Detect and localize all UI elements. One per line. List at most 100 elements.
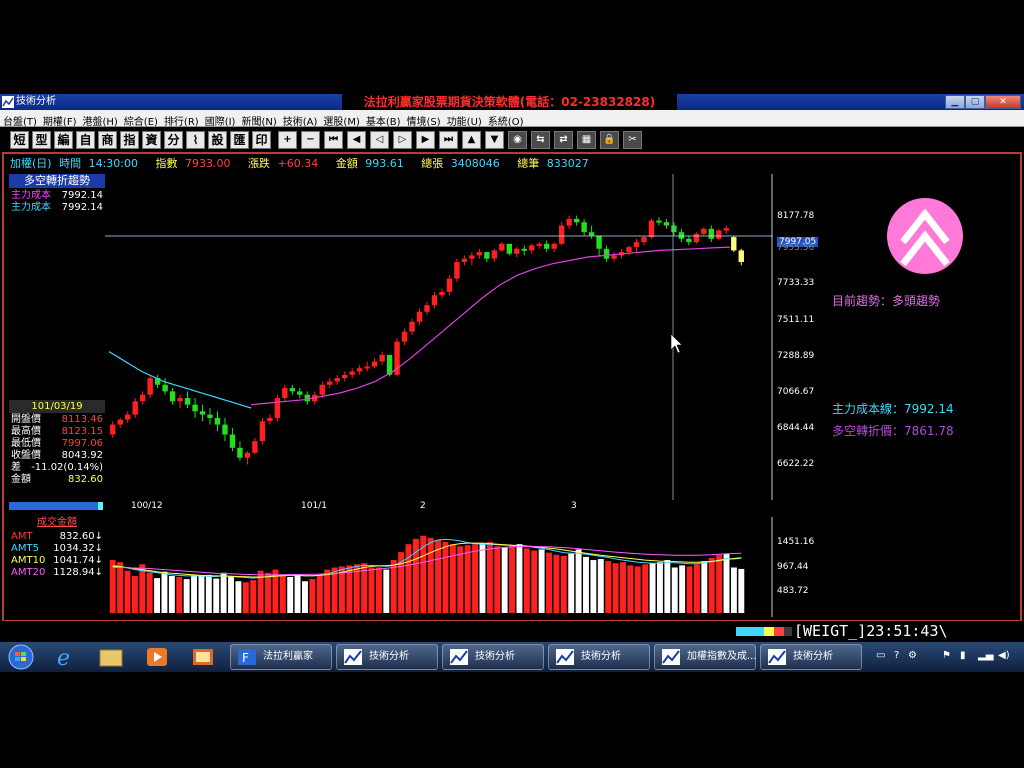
volume-bar[interactable] [124,570,131,613]
volume-bar[interactable] [716,554,723,613]
ie-icon[interactable]: e [48,644,82,670]
toolbar-button[interactable]: 指 [120,131,139,149]
volume-icon[interactable]: ◀) [998,650,1010,661]
taskbar-button[interactable]: 技術分析 [442,644,544,670]
candle[interactable] [641,237,647,243]
candle[interactable] [110,424,116,435]
volume-bar[interactable] [168,575,175,613]
volume-bar[interactable] [516,544,523,613]
candle[interactable] [177,398,183,402]
volume-bar[interactable] [191,574,198,613]
zoom-out-icon[interactable]: − [301,131,320,149]
candle[interactable] [289,388,296,392]
volume-bar[interactable] [479,543,486,613]
candle[interactable] [304,394,310,402]
candle[interactable] [379,354,385,362]
volume-bar[interactable] [449,544,456,613]
volume-bar[interactable] [679,565,686,613]
volume-bar[interactable] [294,574,301,613]
settings-icon[interactable]: ⚙ [908,650,917,661]
candle[interactable] [192,404,198,412]
toolbar-button[interactable]: 分 [164,131,183,149]
volume-bar[interactable] [634,566,641,613]
candle[interactable] [184,398,191,405]
link-icon[interactable]: ⇆ [531,131,550,149]
volume-bar[interactable] [730,567,737,613]
candle[interactable] [364,366,370,369]
candle[interactable] [401,331,408,342]
volume-bar[interactable] [250,580,257,613]
lock-icon[interactable]: 🔒 [600,131,619,149]
media-player-icon[interactable] [140,644,174,670]
volume-bar[interactable] [442,542,449,613]
volume-bar[interactable] [383,569,390,613]
volume-bar[interactable] [213,578,220,613]
candle[interactable] [731,237,737,251]
candle[interactable] [222,424,228,435]
volume-bar[interactable] [302,581,308,613]
toolbar-button[interactable]: 型 [32,131,51,149]
battery-icon[interactable]: ▮ [960,650,966,661]
candle[interactable] [558,225,565,244]
indicator-title[interactable]: 多空轉折趨勢 [9,174,105,188]
taskbar-button[interactable]: 技術分析 [336,644,438,670]
candle[interactable] [663,222,670,226]
candle[interactable] [573,218,580,223]
volume-bar[interactable] [457,546,464,613]
candle[interactable] [371,361,378,367]
candle[interactable] [274,398,281,418]
candle[interactable] [356,368,363,372]
candle[interactable] [424,305,430,312]
start-button-icon[interactable] [4,644,38,670]
candle[interactable] [484,252,490,259]
candle[interactable] [566,218,572,226]
candle[interactable] [499,243,505,251]
volume-bar[interactable] [538,549,545,613]
candle[interactable] [334,378,340,382]
candle[interactable] [611,255,617,259]
volume-bar[interactable] [161,571,168,613]
toolbar-button[interactable]: 匯 [230,131,249,149]
volume-bar[interactable] [486,542,493,613]
toolbar-button[interactable]: 短 [10,131,29,149]
step-forward-icon[interactable]: ▷ [393,131,412,149]
keyboard-icon[interactable]: ▭ [876,650,885,661]
candle[interactable] [454,262,460,279]
scroll-left-icon[interactable]: ◀ [347,131,366,149]
candle[interactable] [476,252,483,256]
volume-bar[interactable] [523,548,530,613]
candle[interactable] [439,291,445,296]
toolbar-button[interactable]: 設 [208,131,227,149]
taskbar-button[interactable]: F 法拉利贏家 [230,644,332,670]
candle[interactable] [671,225,677,233]
candle[interactable] [207,414,213,418]
candle[interactable] [416,311,423,322]
candle[interactable] [626,247,632,253]
volume-bar[interactable] [427,537,434,613]
volume-bar[interactable] [627,565,634,613]
volume-bar[interactable] [671,567,678,613]
candle[interactable] [431,295,438,306]
volume-bar[interactable] [235,581,242,613]
volume-bar[interactable] [590,560,597,613]
candle[interactable] [588,232,595,236]
volume-bar[interactable] [131,575,138,613]
scroll-right-icon[interactable]: ▶ [416,131,435,149]
scroll-thumb[interactable] [98,502,103,510]
volume-bar[interactable] [205,574,212,613]
candle[interactable] [738,250,744,263]
candle[interactable] [491,250,498,259]
volume-bar[interactable] [664,560,671,613]
price-chart[interactable] [105,174,773,500]
volume-bar[interactable] [723,553,730,613]
candle[interactable] [244,452,251,458]
candle[interactable] [581,222,587,233]
candle[interactable] [506,243,512,254]
candle[interactable] [214,417,221,425]
candle[interactable] [237,447,243,458]
candle[interactable] [229,434,236,448]
candle[interactable] [162,384,168,392]
candle[interactable] [656,220,662,223]
help-icon[interactable]: ? [894,650,899,661]
candle[interactable] [169,391,176,402]
